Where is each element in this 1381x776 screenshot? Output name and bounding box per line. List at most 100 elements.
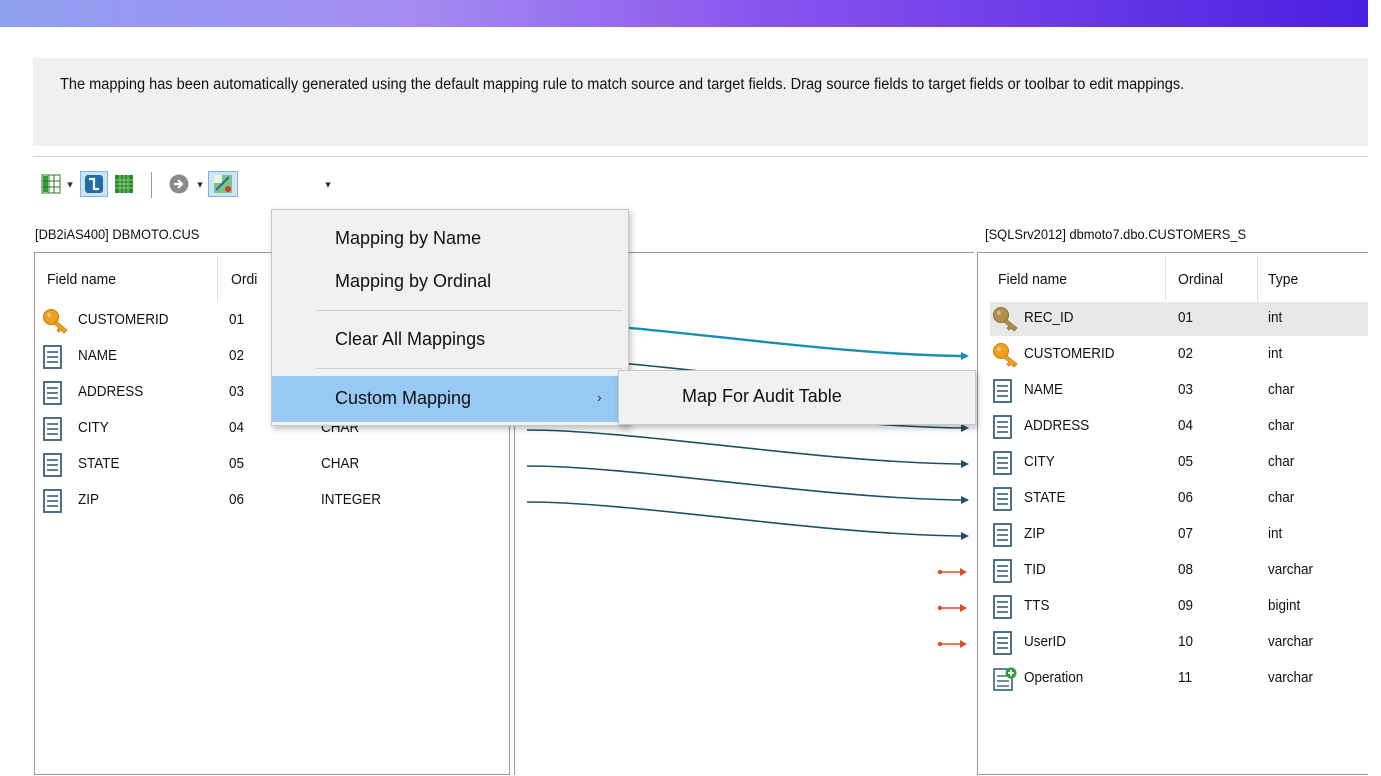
field-icon — [992, 414, 1014, 445]
mapping-line[interactable] — [526, 465, 962, 501]
table-row[interactable]: TID 08 varchar — [990, 554, 1368, 588]
mapping-arrowhead — [961, 460, 969, 468]
table-row[interactable]: ZIP 06 INTEGER — [40, 484, 506, 518]
caret-down-icon[interactable]: ▾ — [64, 171, 76, 197]
menu-item-label: Custom Mapping — [335, 388, 472, 408]
menu-item-map-for-audit-table[interactable]: Map For Audit Table — [619, 378, 975, 416]
unmapped-marker-icon — [937, 640, 967, 648]
type-value: char — [1268, 489, 1295, 506]
field-name: STATE — [1024, 489, 1066, 506]
table-row[interactable]: Operation 11 varchar — [990, 662, 1368, 696]
field-icon — [992, 594, 1014, 625]
field-icon — [992, 450, 1014, 481]
grid-green-icon[interactable] — [112, 171, 136, 197]
info-panel: The mapping has been automatically gener… — [33, 58, 1368, 146]
mapping-arrowhead — [961, 532, 969, 540]
field-name: CITY — [1024, 453, 1055, 470]
key-icon — [42, 308, 70, 339]
ordinal-value: 01 — [229, 311, 245, 328]
column-divider — [217, 256, 218, 301]
source-table-title: [DB2iAS400] DBMOTO.CUS — [35, 226, 200, 242]
field-icon — [42, 488, 64, 519]
arrow-circle-icon[interactable] — [166, 171, 192, 197]
submenu-arrow-icon: › — [597, 389, 602, 405]
field-name: ZIP — [78, 491, 100, 508]
mapping-line[interactable] — [526, 429, 962, 465]
type-value: varchar — [1268, 669, 1314, 686]
field-name: ADDRESS — [78, 383, 144, 400]
column-header-field-name[interactable]: Field name — [998, 271, 1067, 288]
type-value: varchar — [1268, 633, 1314, 650]
info-text: The mapping has been automatically gener… — [60, 76, 1185, 93]
field-name: UserID — [1024, 633, 1067, 650]
table-row[interactable]: CITY 05 char — [990, 446, 1368, 480]
ordinal-value: 02 — [229, 347, 245, 364]
mapping-arrowhead — [961, 496, 969, 504]
field-name: CUSTOMERID — [78, 311, 169, 328]
table-row[interactable]: REC_ID 01 int — [990, 302, 1368, 336]
field-icon — [42, 344, 64, 375]
caret-down-icon[interactable]: ▾ — [322, 171, 334, 197]
menu-item-custom-mapping[interactable]: Custom Mapping › — [272, 376, 628, 422]
field-name: REC_ID — [1024, 309, 1074, 326]
toolbar-separator — [151, 172, 152, 198]
caret-down-icon[interactable]: ▾ — [194, 171, 206, 197]
column-header-ordinal[interactable]: Ordi — [231, 271, 257, 288]
menu-separator — [316, 368, 622, 369]
ordinal-value: 09 — [1178, 597, 1194, 614]
field-name: ADDRESS — [1024, 417, 1090, 434]
type-value: int — [1268, 309, 1283, 326]
field-icon — [992, 630, 1014, 661]
table-row[interactable]: TTS 09 bigint — [990, 590, 1368, 624]
ordinal-value: 04 — [229, 419, 245, 436]
field-name: ZIP — [1024, 525, 1046, 542]
mapping-toolbar: ▾ ▾ ▾ — [38, 167, 368, 201]
ordinal-value: 06 — [229, 491, 245, 508]
field-name: TTS — [1024, 597, 1050, 614]
menu-item-label: Clear All Mappings — [335, 329, 486, 349]
target-table-title: [SQLSrv2012] dbmoto7.dbo.CUSTOMERS_S — [985, 226, 1247, 242]
column-header-field-name[interactable]: Field name — [47, 271, 116, 288]
ordinal-value: 05 — [229, 455, 245, 472]
ordinal-value: 05 — [1178, 453, 1194, 470]
menu-item-clear-all-mappings[interactable]: Clear All Mappings — [272, 321, 628, 359]
table-row[interactable]: NAME 03 char — [990, 374, 1368, 408]
field-icon — [992, 486, 1014, 517]
ordinal-value: 01 — [1178, 309, 1194, 326]
type-value: INTEGER — [321, 491, 382, 508]
field-icon — [992, 522, 1014, 553]
field-name: NAME — [78, 347, 118, 364]
unmapped-marker-icon — [937, 568, 967, 576]
divider — [33, 156, 1368, 157]
type-value: int — [1268, 525, 1283, 542]
ordinal-value: 08 — [1178, 561, 1194, 578]
table-row[interactable]: CUSTOMERID 02 int — [990, 338, 1368, 372]
table-row[interactable]: STATE 06 char — [990, 482, 1368, 516]
menu-item-label: Map For Audit Table — [682, 386, 842, 406]
mapping-connect-icon[interactable] — [80, 171, 108, 197]
table-row[interactable]: STATE 05 CHAR — [40, 448, 506, 482]
mapping-arrowhead — [961, 424, 969, 432]
table-row[interactable]: UserID 10 varchar — [990, 626, 1368, 660]
field-icon — [992, 558, 1014, 589]
ordinal-value: 03 — [1178, 381, 1194, 398]
field-icon — [992, 378, 1014, 409]
field-name: Operation — [1024, 669, 1084, 686]
type-value: int — [1268, 345, 1283, 362]
field-name: NAME — [1024, 381, 1064, 398]
field-name: CUSTOMERID — [1024, 345, 1115, 362]
table-row[interactable]: ZIP 07 int — [990, 518, 1368, 552]
grid-columns-icon[interactable] — [40, 171, 62, 197]
column-header-type[interactable]: Type — [1268, 271, 1298, 288]
menu-item-mapping-by-name[interactable]: Mapping by Name — [272, 220, 628, 258]
ordinal-value: 03 — [229, 383, 245, 400]
type-value: char — [1268, 381, 1295, 398]
table-row[interactable]: ADDRESS 04 char — [990, 410, 1368, 444]
auto-map-icon[interactable] — [208, 171, 238, 197]
mapping-line[interactable] — [526, 501, 962, 537]
column-header-ordinal[interactable]: Ordinal — [1178, 271, 1223, 288]
type-value: char — [1268, 417, 1295, 434]
menu-item-mapping-by-ordinal[interactable]: Mapping by Ordinal — [272, 263, 628, 301]
unmapped-marker-icon — [937, 604, 967, 612]
field-name: TID — [1024, 561, 1046, 578]
